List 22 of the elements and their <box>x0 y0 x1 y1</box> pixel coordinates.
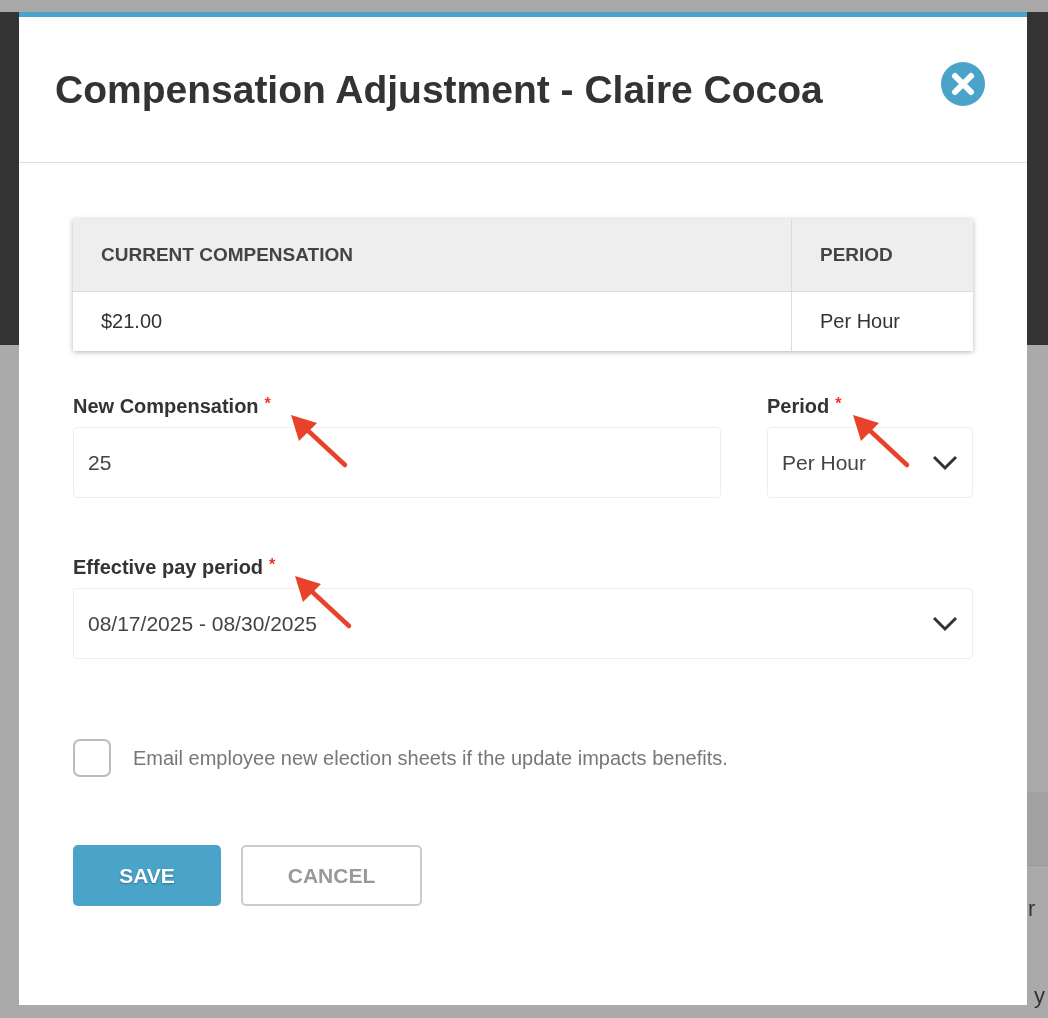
chevron-down-icon <box>932 615 958 632</box>
background-text: y <box>1034 983 1045 1009</box>
field-label: Effective pay period <box>73 556 264 579</box>
field-label: Period <box>767 395 830 418</box>
dropdown[interactable]: Per Hour <box>767 427 973 498</box>
dialog-title: Compensation Adjustment - Claire Cocoa <box>55 67 823 112</box>
required-mark: * <box>269 556 276 574</box>
close-icon[interactable] <box>941 61 985 106</box>
table-cell: Per Hour <box>791 291 973 351</box>
required-mark: * <box>264 395 271 413</box>
background-text: r <box>1028 896 1036 922</box>
dropdown[interactable]: 08/17/2025 - 08/30/2025 <box>73 588 973 659</box>
column-header: CURRENT COMPENSATION <box>73 219 792 292</box>
column-header: PERIOD <box>791 219 973 292</box>
checkbox[interactable] <box>73 739 111 777</box>
checkbox-label: Email employee new election sheets if the update impacts benefits. <box>133 746 728 770</box>
annotation-arrow <box>289 413 349 469</box>
table-cell: $21.00 <box>73 291 792 351</box>
chevron-down-icon <box>932 454 958 471</box>
required-mark: * <box>835 395 842 413</box>
field-label: New Compensation <box>73 395 259 418</box>
compensation-input[interactable]: 25 <box>73 427 721 498</box>
